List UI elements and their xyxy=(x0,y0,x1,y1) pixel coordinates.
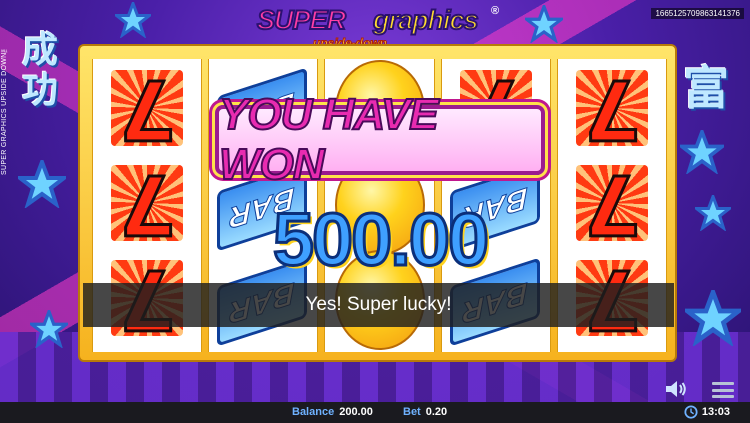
logo-registered-mark: ® xyxy=(491,5,500,17)
star-decoration xyxy=(525,5,563,43)
balance-value: 200.00 xyxy=(339,406,373,418)
logo-word-super: SUPER xyxy=(256,4,347,36)
hamburger-menu-icon xyxy=(712,382,734,385)
clock-icon xyxy=(684,405,698,419)
sound-button[interactable] xyxy=(664,380,688,398)
star-decoration xyxy=(695,195,731,231)
balance-label: Balance xyxy=(292,406,335,418)
star-decoration xyxy=(115,2,151,38)
logo-word-graphics: graphics xyxy=(372,4,480,36)
star-decoration xyxy=(680,130,724,174)
bet-value: 0.20 xyxy=(425,406,448,418)
right-decoration-character: 富 xyxy=(683,61,729,115)
win-banner-text: YOU HAVE WON xyxy=(218,89,440,190)
left-decoration-characters: 成功 xyxy=(22,29,59,111)
vertical-game-title: SUPER GRAPHICS UPSIDE DOWN™ xyxy=(1,45,8,175)
star-decoration xyxy=(18,160,66,208)
game-background: SUPER GRAPHICS UPSIDE DOWN™ 成功 富 1665125… xyxy=(0,0,750,402)
game-round-id: 1665125709863141376 xyxy=(651,8,744,19)
reel-symbol-seven-up: 7 xyxy=(566,60,660,158)
clock-time: 13:03 xyxy=(701,406,730,418)
reel-symbol-seven-up: 7 xyxy=(101,155,195,253)
star-decoration xyxy=(30,310,68,348)
win-amount: 500.00 xyxy=(271,196,490,282)
menu-button[interactable] xyxy=(712,382,734,398)
subtitle-caption: Yes! Super lucky! xyxy=(83,283,674,327)
win-banner: YOU HAVE WON xyxy=(215,89,545,190)
reel-symbol-seven-up: 7 xyxy=(101,60,195,158)
bet-label: Bet xyxy=(403,406,421,418)
win-amount-display: 500.00 xyxy=(250,196,510,282)
clock: 13:03 xyxy=(684,405,730,419)
reel-symbol-seven-up: 7 xyxy=(566,155,660,253)
status-bar: Balance 200.00 Bet 0.20 13:03 xyxy=(0,402,750,423)
speaker-icon xyxy=(666,381,686,397)
bet-display[interactable]: Bet 0.20 xyxy=(403,406,447,418)
subtitle-text: Yes! Super lucky! xyxy=(305,294,452,315)
balance-display: Balance 200.00 xyxy=(292,406,373,418)
star-decoration xyxy=(685,290,741,346)
